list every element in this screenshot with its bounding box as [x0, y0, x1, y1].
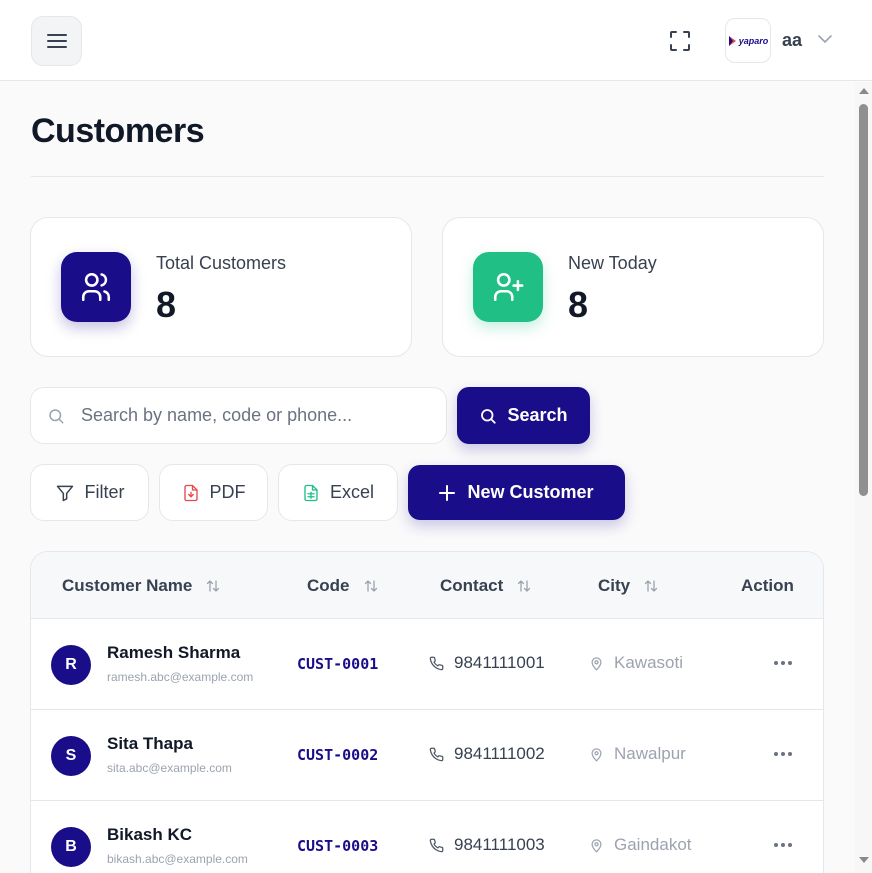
map-pin-icon — [591, 656, 602, 671]
customer-code: CUST-0002 — [297, 746, 379, 764]
search-box — [30, 387, 447, 444]
chevron-down-icon[interactable] — [817, 33, 833, 45]
phone-icon — [429, 656, 444, 670]
customer-code: CUST-0003 — [297, 837, 379, 855]
search-input[interactable] — [81, 388, 441, 443]
sort-icon — [644, 580, 658, 592]
hamburger-menu-icon — [46, 34, 67, 48]
column-label: Customer Name — [62, 576, 193, 595]
scroll-up-arrow[interactable] — [859, 88, 869, 94]
stat-icon-box — [61, 252, 131, 322]
column-label: City — [598, 576, 631, 595]
stat-label: Total Customers — [156, 253, 287, 273]
stat-card-total-customers: Total Customers 8 — [30, 217, 412, 357]
customer-contact: 9841111001 — [429, 653, 545, 673]
stat-icon-box — [473, 252, 543, 322]
search-icon — [481, 408, 497, 424]
column-label: Action — [741, 576, 794, 595]
logo-text: yaparo — [738, 35, 769, 46]
column-header-customer-name[interactable]: Customer Name — [62, 576, 220, 596]
search-button[interactable]: Search — [457, 387, 590, 444]
filter-icon — [56, 485, 73, 501]
divider — [31, 176, 824, 177]
sort-icon — [207, 580, 220, 592]
avatar: B — [51, 827, 91, 867]
customer-contact: 9841111003 — [429, 835, 545, 855]
city-name: Kawasoti — [614, 653, 683, 672]
more-options-icon[interactable] — [771, 653, 795, 673]
hamburger-menu-button[interactable] — [31, 16, 82, 66]
map-pin-icon — [591, 838, 602, 853]
column-label: Code — [307, 576, 350, 595]
phone-number: 9841111002 — [454, 744, 545, 763]
stat-label: New Today — [568, 253, 657, 273]
phone-number: 9841111003 — [454, 835, 545, 854]
column-header-code[interactable]: Code — [307, 576, 378, 596]
plus-icon — [439, 484, 456, 501]
phone-icon — [429, 838, 444, 852]
customer-email: ramesh.abc@example.com — [107, 670, 254, 684]
table-row[interactable]: R Ramesh Sharma ramesh.abc@example.com C… — [31, 619, 823, 710]
fullscreen-button[interactable] — [664, 25, 696, 57]
customer-name[interactable]: Bikash KC — [107, 825, 192, 845]
user-plus-icon — [493, 272, 524, 302]
user-name[interactable]: aa — [782, 30, 802, 51]
pdf-label: PDF — [209, 482, 246, 502]
new-customer-label: New Customer — [467, 482, 594, 502]
customer-city: Gaindakot — [589, 835, 692, 855]
city-name: Gaindakot — [614, 835, 692, 854]
filter-button[interactable]: Filter — [30, 464, 149, 521]
customers-table: Customer Name Code Contact City Action R… — [30, 551, 824, 873]
customer-name[interactable]: Sita Thapa — [107, 734, 193, 754]
fullscreen-icon — [670, 31, 690, 51]
city-name: Nawalpur — [614, 744, 686, 763]
stat-value: 8 — [156, 284, 177, 325]
table-header: Customer Name Code Contact City Action — [31, 552, 823, 619]
excel-label: Excel — [329, 482, 374, 502]
scroll-down-arrow[interactable] — [859, 857, 869, 863]
more-options-icon[interactable] — [771, 744, 795, 764]
customer-code: CUST-0001 — [297, 655, 379, 673]
scroll-thumb[interactable] — [859, 104, 868, 496]
column-label: Contact — [440, 576, 504, 595]
avatar: S — [51, 736, 91, 776]
sort-icon — [364, 580, 377, 592]
pdf-file-icon — [183, 484, 198, 501]
customer-city: Nawalpur — [589, 744, 686, 764]
excel-file-icon — [304, 484, 318, 501]
table-row[interactable]: S Sita Thapa sita.abc@example.com CUST-0… — [31, 710, 823, 801]
company-logo[interactable]: yaparo — [725, 18, 771, 63]
phone-icon — [429, 747, 444, 761]
scrollbar[interactable] — [855, 82, 872, 873]
phone-number: 9841111001 — [454, 653, 545, 672]
column-header-city[interactable]: City — [598, 576, 658, 596]
page-title: Customers — [31, 112, 205, 150]
sort-icon — [518, 580, 531, 592]
table-row[interactable]: B Bikash KC bikash.abc@example.com CUST-… — [31, 801, 823, 873]
customer-email: sita.abc@example.com — [107, 761, 232, 775]
column-header-contact[interactable]: Contact — [440, 576, 531, 596]
excel-export-button[interactable]: Excel — [278, 464, 398, 521]
users-icon — [81, 272, 111, 302]
customer-name[interactable]: Ramesh Sharma — [107, 643, 240, 663]
logo-mark-icon — [728, 35, 736, 46]
top-bar: yaparo aa — [0, 0, 872, 81]
customer-city: Kawasoti — [589, 653, 683, 673]
column-header-action: Action — [741, 576, 794, 596]
more-options-icon[interactable] — [771, 835, 795, 855]
pdf-export-button[interactable]: PDF — [159, 464, 268, 521]
avatar: R — [51, 645, 91, 685]
search-icon — [49, 409, 64, 424]
filter-label: Filter — [84, 482, 125, 502]
search-button-label: Search — [507, 405, 568, 425]
new-customer-button[interactable]: New Customer — [408, 465, 625, 520]
customer-email: bikash.abc@example.com — [107, 852, 248, 866]
stat-card-new-today: New Today 8 — [442, 217, 824, 357]
stat-value: 8 — [568, 284, 589, 325]
map-pin-icon — [591, 747, 602, 762]
customer-contact: 9841111002 — [429, 744, 545, 764]
